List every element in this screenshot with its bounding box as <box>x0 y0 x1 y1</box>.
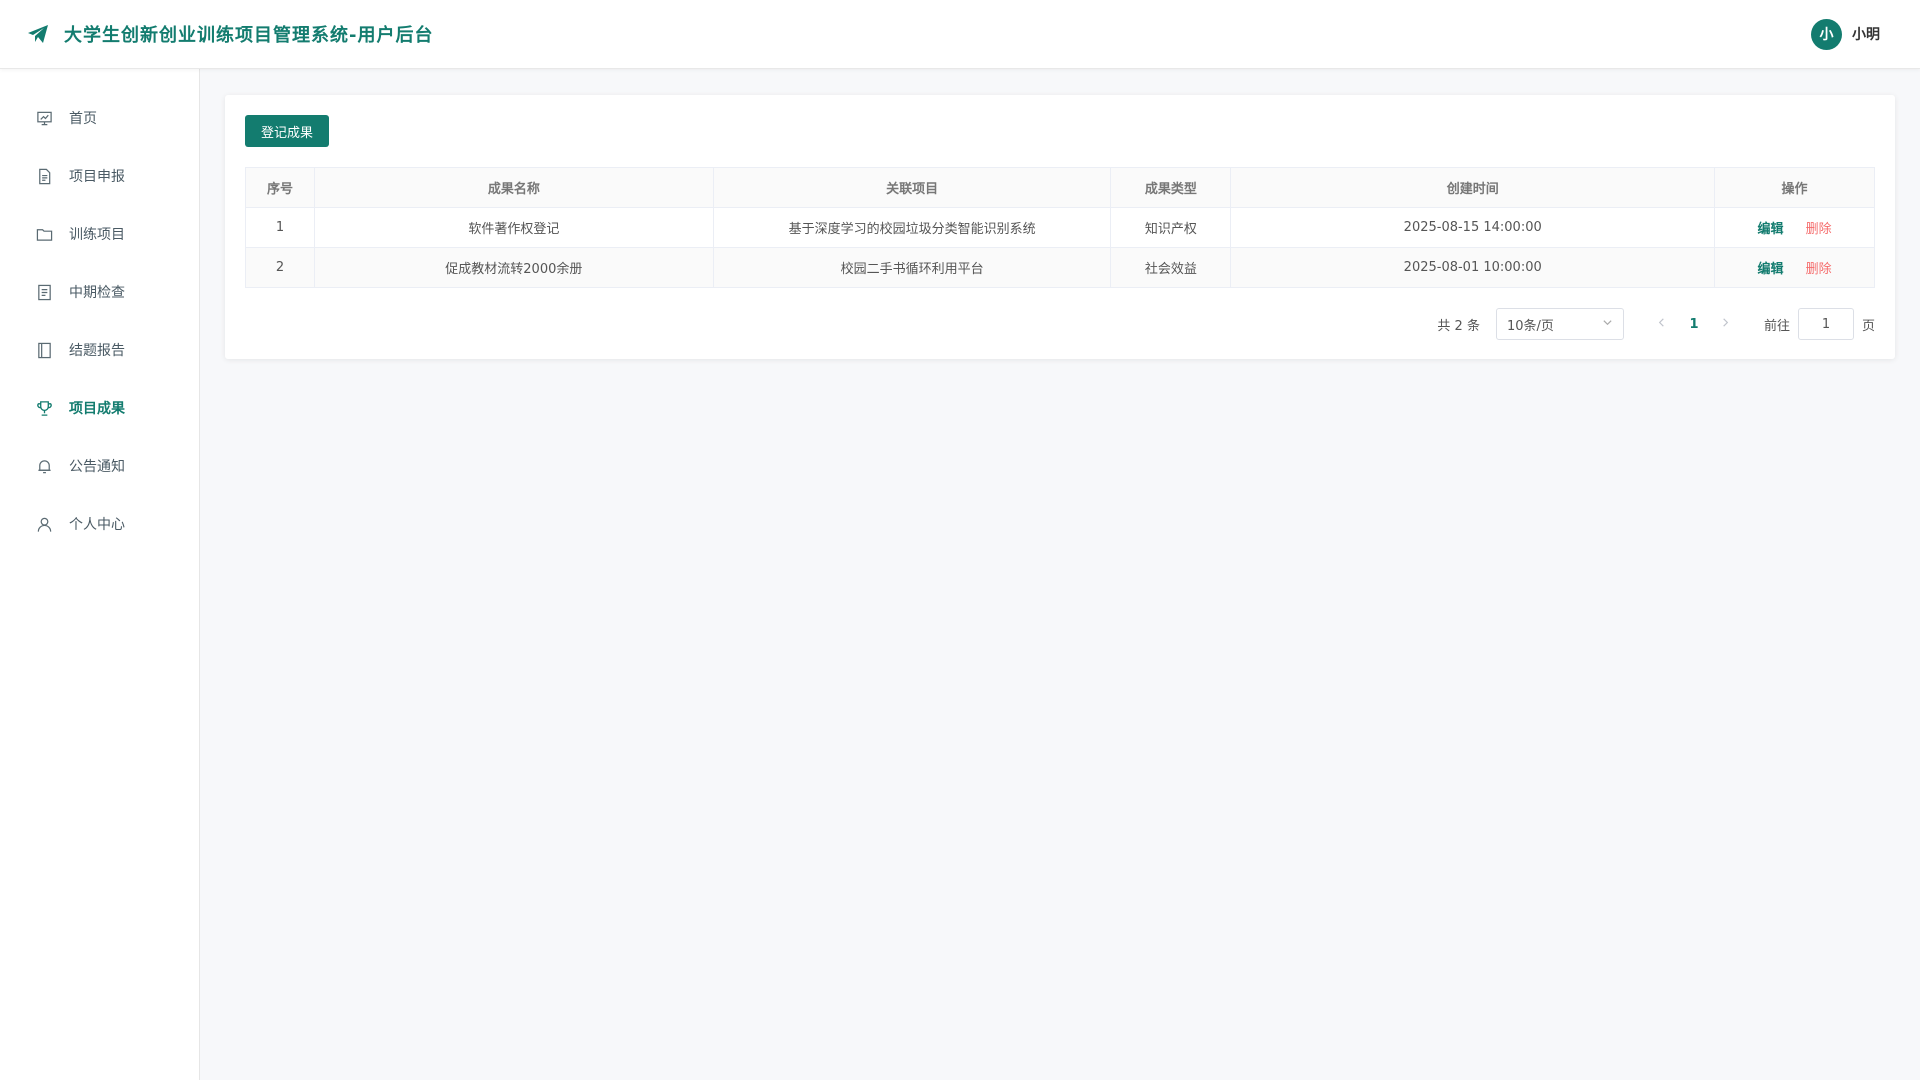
column-header: 成果名称 <box>313 167 714 208</box>
checklist-icon <box>35 283 53 301</box>
cell-index: 2 <box>245 247 315 288</box>
sidebar-item-label: 结题报告 <box>69 343 125 359</box>
table-row: 1 软件著作权登记 基于深度学习的校园垃圾分类智能识别系统 知识产权 2025-… <box>245 207 1875 248</box>
table-row: 2 促成教材流转2000余册 校园二手书循环利用平台 社会效益 2025-08-… <box>245 247 1875 288</box>
cell-actions: 编辑 删除 <box>1714 207 1875 248</box>
cell-actions: 编辑 删除 <box>1714 247 1875 288</box>
sidebar-item-label: 公告通知 <box>69 459 125 475</box>
column-header: 关联项目 <box>712 167 1112 208</box>
sidebar-item-project-results[interactable]: 项目成果 <box>0 379 199 437</box>
sidebar-item-label: 中期检查 <box>69 285 125 301</box>
column-header: 成果类型 <box>1110 167 1232 208</box>
next-page-button[interactable] <box>1712 316 1740 332</box>
user-icon <box>35 515 53 533</box>
chevron-down-icon <box>1602 317 1613 332</box>
cell-type: 社会效益 <box>1110 247 1232 288</box>
table-header-row: 序号 成果名称 关联项目 成果类型 创建时间 操作 <box>245 167 1875 208</box>
top-header: 大学生创新创业训练项目管理系统-用户后台 小 小明 <box>0 0 1920 69</box>
presentation-icon <box>35 109 53 127</box>
sidebar-item-label: 项目申报 <box>69 169 125 185</box>
sidebar: 首页 项目申报 训练项目 中期检查 结题报告 项目成果 公告通知 个人中心 <box>0 69 200 1080</box>
page-number-current[interactable]: 1 <box>1676 317 1712 332</box>
chevron-right-icon <box>1723 318 1729 327</box>
cell-type: 知识产权 <box>1110 207 1232 248</box>
cell-name: 软件著作权登记 <box>313 207 714 248</box>
cell-project: 基于深度学习的校园垃圾分类智能识别系统 <box>712 207 1112 248</box>
folder-icon <box>35 225 53 243</box>
edit-button[interactable]: 编辑 <box>1757 222 1783 237</box>
column-header: 创建时间 <box>1230 167 1716 208</box>
document-icon <box>35 167 53 185</box>
bell-icon <box>35 457 53 475</box>
sidebar-item-home[interactable]: 首页 <box>0 89 199 147</box>
chevron-left-icon <box>1659 318 1665 327</box>
sidebar-item-announcements[interactable]: 公告通知 <box>0 437 199 495</box>
sidebar-item-training-project[interactable]: 训练项目 <box>0 205 199 263</box>
avatar[interactable]: 小 <box>1811 18 1842 50</box>
sidebar-item-label: 项目成果 <box>69 401 125 417</box>
page-size-value: 10条/页 <box>1506 318 1554 334</box>
user-menu[interactable]: 小 小明 <box>1811 18 1880 50</box>
cell-index: 1 <box>245 207 315 248</box>
sidebar-item-label: 首页 <box>69 111 97 127</box>
main-content: 登记成果 序号 成果名称 关联项目 成果类型 创建时间 操作 1 软件著作权登记… <box>225 95 1895 359</box>
trophy-icon <box>35 399 53 417</box>
register-result-button[interactable]: 登记成果 <box>245 115 330 147</box>
jump-label: 前往 <box>1763 318 1790 334</box>
column-header: 序号 <box>245 167 315 208</box>
results-card: 登记成果 序号 成果名称 关联项目 成果类型 创建时间 操作 1 软件著作权登记… <box>225 95 1895 359</box>
edit-button[interactable]: 编辑 <box>1757 262 1783 277</box>
sidebar-item-project-apply[interactable]: 项目申报 <box>0 147 199 205</box>
brand: 大学生创新创业训练项目管理系统-用户后台 <box>26 21 433 47</box>
sidebar-item-label: 训练项目 <box>69 227 125 243</box>
page-size-select[interactable]: 10条/页 <box>1495 308 1624 340</box>
delete-button[interactable]: 删除 <box>1806 262 1832 277</box>
sidebar-item-label: 个人中心 <box>69 517 125 533</box>
total-count: 共 2 条 <box>1437 318 1480 334</box>
jump-page-input[interactable] <box>1797 308 1854 340</box>
notebook-icon <box>35 341 53 359</box>
delete-button[interactable]: 删除 <box>1806 222 1832 237</box>
column-header: 操作 <box>1714 167 1875 208</box>
cell-created: 2025-08-15 14:00:00 <box>1230 207 1716 248</box>
user-name[interactable]: 小明 <box>1852 24 1880 44</box>
app-title: 大学生创新创业训练项目管理系统-用户后台 <box>64 25 434 46</box>
sidebar-item-final-report[interactable]: 结题报告 <box>0 321 199 379</box>
results-table: 序号 成果名称 关联项目 成果类型 创建时间 操作 1 软件著作权登记 基于深度… <box>245 167 1875 288</box>
cell-created: 2025-08-01 10:00:00 <box>1230 247 1716 288</box>
page-unit-label: 页 <box>1861 318 1875 334</box>
paper-plane-icon <box>26 22 50 46</box>
pagination: 共 2 条 10条/页 1 前往 页 <box>245 308 1875 340</box>
sidebar-item-profile[interactable]: 个人中心 <box>0 495 199 553</box>
prev-page-button[interactable] <box>1648 316 1676 332</box>
cell-project: 校园二手书循环利用平台 <box>712 247 1112 288</box>
sidebar-item-midterm-check[interactable]: 中期检查 <box>0 263 199 321</box>
cell-name: 促成教材流转2000余册 <box>313 247 714 288</box>
